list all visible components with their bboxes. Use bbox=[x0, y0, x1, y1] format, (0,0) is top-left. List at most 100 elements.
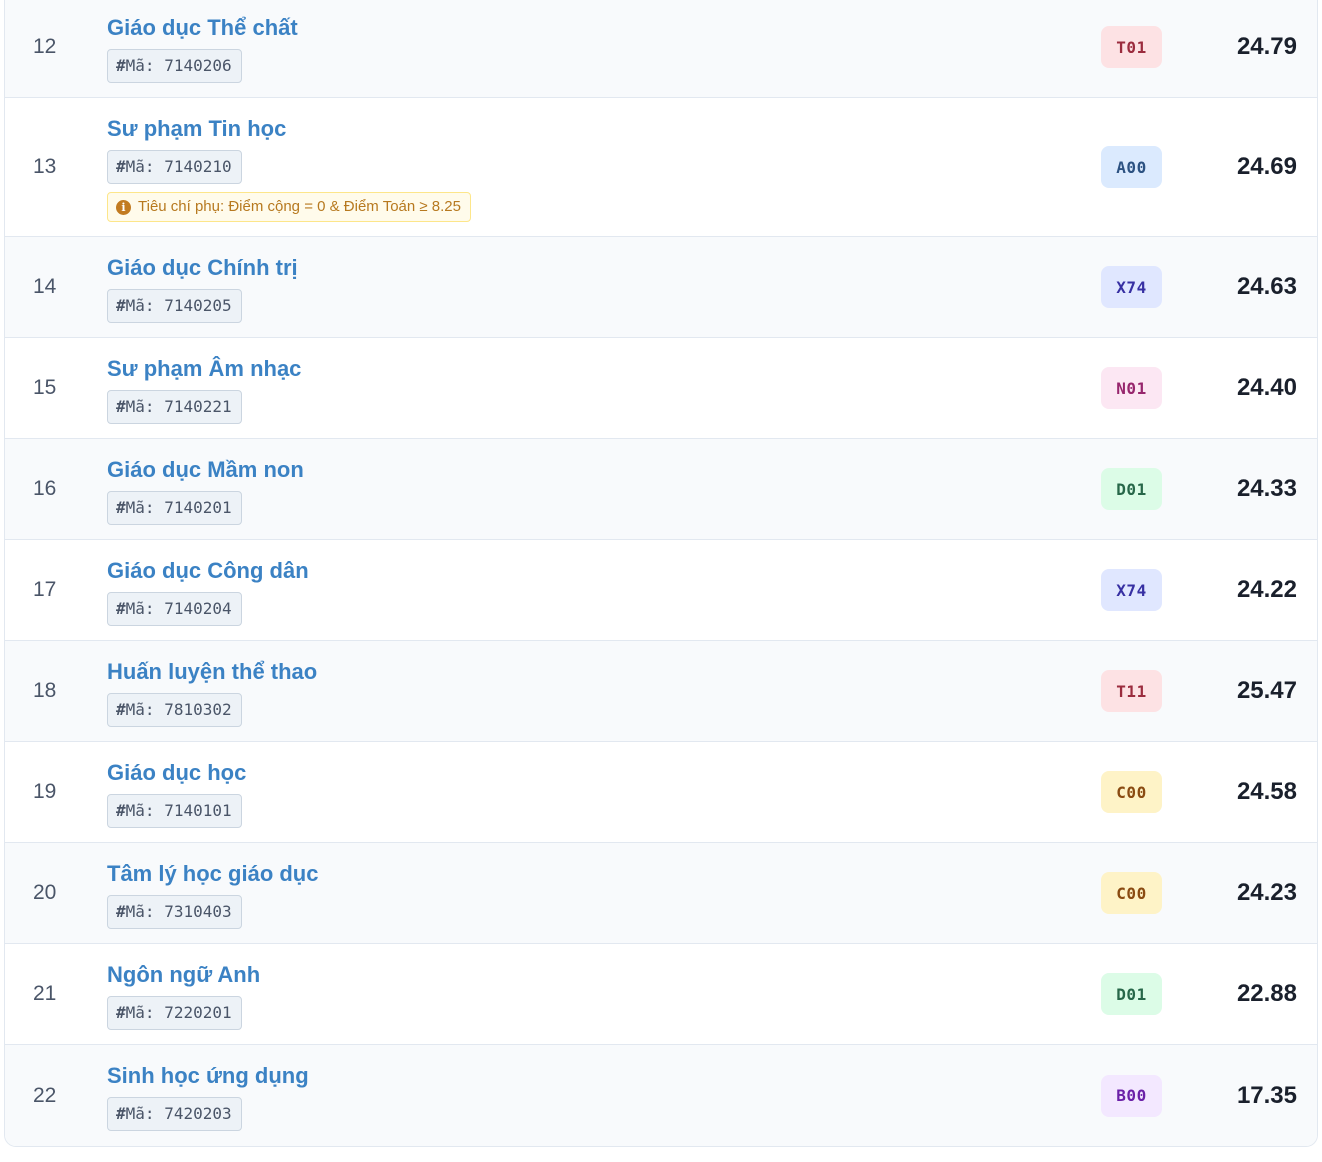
subject-combo-badge: D01 bbox=[1101, 468, 1162, 510]
code-prefix: Mã: bbox=[125, 700, 155, 719]
hash-icon: # bbox=[116, 157, 126, 176]
admission-score: 25.47 bbox=[1236, 677, 1297, 704]
code-value: 7140201 bbox=[164, 498, 232, 517]
major-name-link[interactable]: Sư phạm Âm nhạc bbox=[107, 356, 301, 382]
major-name-link[interactable]: Giáo dục Mầm non bbox=[107, 457, 304, 483]
major-code-badge: #Mã: 7140206 bbox=[107, 49, 242, 83]
admission-score: 24.23 bbox=[1236, 879, 1297, 906]
hash-icon: # bbox=[116, 498, 126, 517]
code-value: 7140206 bbox=[164, 56, 232, 75]
subject-combo-badge: A00 bbox=[1101, 146, 1162, 188]
major-info: Giáo dục Công dân #Mã: 7140204 bbox=[107, 558, 309, 626]
major-info: Ngôn ngữ Anh #Mã: 7220201 bbox=[107, 962, 260, 1030]
table-row: 16 Giáo dục Mầm non #Mã: 7140201 D01 24.33 bbox=[5, 439, 1317, 540]
code-prefix: Mã: bbox=[125, 1003, 155, 1022]
code-prefix: Mã: bbox=[125, 56, 155, 75]
major-name-link[interactable]: Tâm lý học giáo dục bbox=[107, 861, 318, 887]
subject-combo-badge: X74 bbox=[1101, 266, 1162, 308]
subject-combo-badge: X74 bbox=[1101, 569, 1162, 611]
hash-icon: # bbox=[116, 801, 126, 820]
row-index: 13 bbox=[33, 155, 57, 178]
row-index: 22 bbox=[33, 1083, 57, 1107]
row-index: 15 bbox=[33, 376, 57, 399]
major-name-link[interactable]: Giáo dục Thể chất bbox=[107, 15, 298, 41]
major-code-badge: #Mã: 7140204 bbox=[107, 592, 242, 626]
subject-combo-badge: C00 bbox=[1101, 872, 1162, 914]
code-prefix: Mã: bbox=[125, 296, 155, 315]
admission-score: 24.40 bbox=[1236, 374, 1297, 401]
code-value: 7810302 bbox=[164, 700, 232, 719]
major-code-badge: #Mã: 7220201 bbox=[107, 996, 242, 1030]
code-value: 7140101 bbox=[164, 801, 232, 820]
major-info: Giáo dục học #Mã: 7140101 bbox=[107, 760, 246, 828]
criteria-note: i Tiêu chí phụ: Điểm cộng = 0 & Điểm Toán… bbox=[107, 192, 471, 222]
major-code-badge: #Mã: 7140210 bbox=[107, 150, 242, 184]
code-value: 7140205 bbox=[164, 296, 232, 315]
table-row: 14 Giáo dục Chính trị #Mã: 7140205 X74 24.63 bbox=[5, 237, 1317, 338]
subject-combo-badge: B00 bbox=[1101, 1074, 1162, 1117]
hash-icon: # bbox=[116, 397, 126, 416]
major-code-badge: #Mã: 7420203 bbox=[107, 1097, 242, 1131]
table-row: 22 Sinh học ứng dụng #Mã: 7420203 B00 17.35 bbox=[5, 1045, 1317, 1146]
major-info: Sư phạm Âm nhạc #Mã: 7140221 bbox=[107, 356, 301, 424]
row-index: 17 bbox=[33, 578, 57, 601]
code-prefix: Mã: bbox=[125, 599, 155, 618]
code-prefix: Mã: bbox=[125, 902, 155, 921]
table-row: 21 Ngôn ngữ Anh #Mã: 7220201 D01 22.88 bbox=[5, 944, 1317, 1045]
subject-combo-badge: N01 bbox=[1101, 367, 1162, 409]
row-index: 19 bbox=[33, 780, 57, 803]
code-value: 7420203 bbox=[164, 1104, 232, 1123]
row-index: 18 bbox=[33, 679, 57, 702]
admission-score: 24.79 bbox=[1236, 33, 1297, 60]
hash-icon: # bbox=[116, 902, 126, 921]
code-value: 7310403 bbox=[164, 902, 232, 921]
subject-combo-badge: T01 bbox=[1101, 26, 1162, 68]
row-index: 14 bbox=[33, 275, 57, 298]
hash-icon: # bbox=[116, 599, 126, 618]
major-info: Giáo dục Thể chất #Mã: 7140206 bbox=[107, 15, 298, 83]
row-index: 16 bbox=[33, 477, 57, 500]
code-prefix: Mã: bbox=[125, 397, 155, 416]
admission-score: 24.63 bbox=[1236, 273, 1297, 300]
major-info: Giáo dục Mầm non #Mã: 7140201 bbox=[107, 457, 304, 525]
row-index: 12 bbox=[33, 35, 57, 58]
major-code-badge: #Mã: 7810302 bbox=[107, 693, 242, 727]
code-prefix: Mã: bbox=[125, 801, 155, 820]
table-row: 18 Huấn luyện thể thao #Mã: 7810302 T11 25.4… bbox=[5, 641, 1317, 742]
admission-scores-table: 12 Giáo dục Thể chất #Mã: 7140206 T01 24.79 1… bbox=[4, 0, 1318, 1147]
hash-icon: # bbox=[116, 296, 126, 315]
table-row: 17 Giáo dục Công dân #Mã: 7140204 X74 24.22 bbox=[5, 540, 1317, 641]
major-info: Huấn luyện thể thao #Mã: 7810302 bbox=[107, 659, 317, 727]
hash-icon: # bbox=[116, 1003, 126, 1022]
major-name-link[interactable]: Giáo dục Chính trị bbox=[107, 255, 298, 281]
row-index: 20 bbox=[33, 881, 57, 904]
admission-score: 17.35 bbox=[1236, 1081, 1297, 1109]
code-value: 7140210 bbox=[164, 157, 232, 176]
major-info: Tâm lý học giáo dục #Mã: 7310403 bbox=[107, 861, 318, 929]
major-name-link[interactable]: Sư phạm Tin học bbox=[107, 116, 471, 142]
major-info: Sư phạm Tin học #Mã: 7140210 i Tiêu chí phụ… bbox=[107, 116, 471, 222]
table-row: 12 Giáo dục Thể chất #Mã: 7140206 T01 24.79 bbox=[5, 0, 1317, 98]
hash-icon: # bbox=[116, 1104, 126, 1123]
table-row: 13 Sư phạm Tin học #Mã: 7140210 i Tiêu chí p… bbox=[5, 98, 1317, 237]
admission-score: 24.33 bbox=[1236, 475, 1297, 502]
major-name-link[interactable]: Huấn luyện thể thao bbox=[107, 659, 317, 685]
table-row: 20 Tâm lý học giáo dục #Mã: 7310403 C00 24.2… bbox=[5, 843, 1317, 944]
code-prefix: Mã: bbox=[125, 157, 155, 176]
code-prefix: Mã: bbox=[125, 1104, 155, 1123]
criteria-note-text: Tiêu chí phụ: Điểm cộng = 0 & Điểm Toán … bbox=[138, 198, 461, 215]
major-info: Giáo dục Chính trị #Mã: 7140205 bbox=[107, 255, 298, 323]
major-code-badge: #Mã: 7310403 bbox=[107, 895, 242, 929]
hash-icon: # bbox=[116, 700, 126, 719]
admission-score: 22.88 bbox=[1236, 980, 1297, 1007]
major-name-link[interactable]: Sinh học ứng dụng bbox=[107, 1063, 309, 1089]
code-prefix: Mã: bbox=[125, 498, 155, 517]
admission-score: 24.69 bbox=[1236, 153, 1297, 180]
major-code-badge: #Mã: 7140221 bbox=[107, 390, 242, 424]
major-name-link[interactable]: Giáo dục học bbox=[107, 760, 246, 786]
subject-combo-badge: D01 bbox=[1101, 973, 1162, 1015]
table-row: 15 Sư phạm Âm nhạc #Mã: 7140221 N01 24.40 bbox=[5, 338, 1317, 439]
major-name-link[interactable]: Giáo dục Công dân bbox=[107, 558, 309, 584]
major-name-link[interactable]: Ngôn ngữ Anh bbox=[107, 962, 260, 988]
row-index: 21 bbox=[33, 982, 57, 1005]
